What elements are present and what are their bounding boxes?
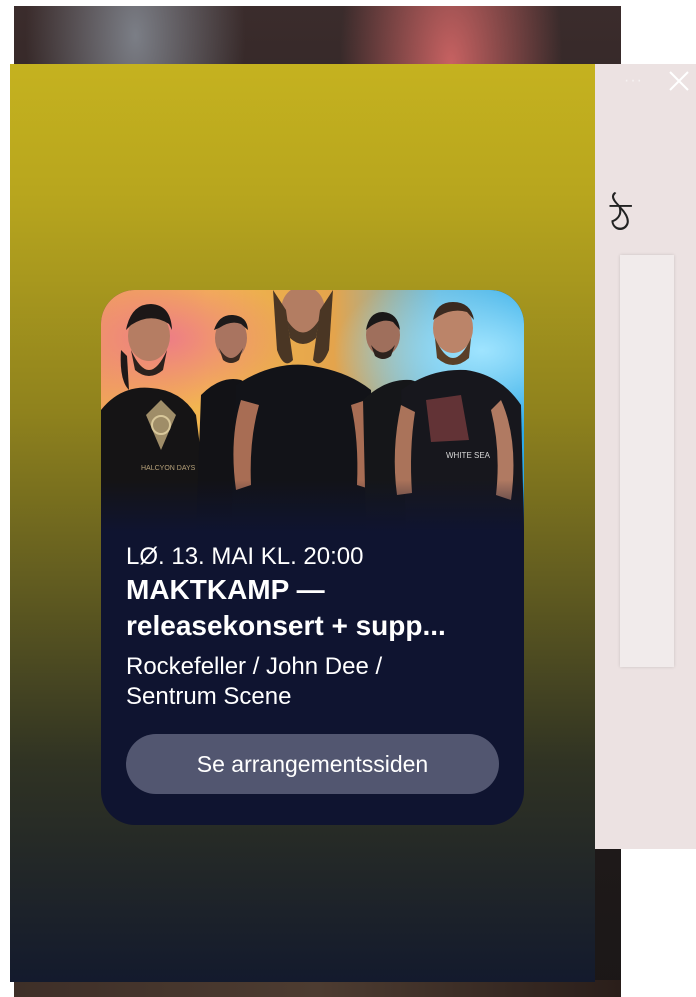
shirt-print-2: WHITE SEA [446,451,491,460]
event-title-line-1: MAKTKAMP — [126,574,325,605]
story-panel: HALCYON DAYS WHITE SEA LØ. 13. MAI KL. 2… [10,64,595,982]
background-photo-bottom [14,980,621,997]
event-venue-line-2: Sentrum Scene [126,683,292,710]
close-icon[interactable] [664,66,694,96]
event-venue-line-1: Rockefeller / John Dee / [126,653,383,680]
shirt-print-1: HALCYON DAYS [141,465,196,472]
event-date: LØ. 13. MAI KL. 20:00 [126,543,364,570]
event-title-line-2: releasekonsert + supp... [126,610,446,641]
event-title: MAKTKAMP — releasekonsert + supp... [126,572,506,644]
band-photo: HALCYON DAYS WHITE SEA [101,290,524,532]
see-event-page-button[interactable]: Se arrangementssiden [126,734,499,794]
next-story-card [620,255,674,667]
next-story-partial-text: ঠ [610,195,631,241]
more-icon[interactable]: ··· [624,72,643,90]
event-card[interactable]: HALCYON DAYS WHITE SEA LØ. 13. MAI KL. 2… [101,290,524,825]
event-venue: Rockefeller / John Dee / Sentrum Scene [126,652,506,712]
